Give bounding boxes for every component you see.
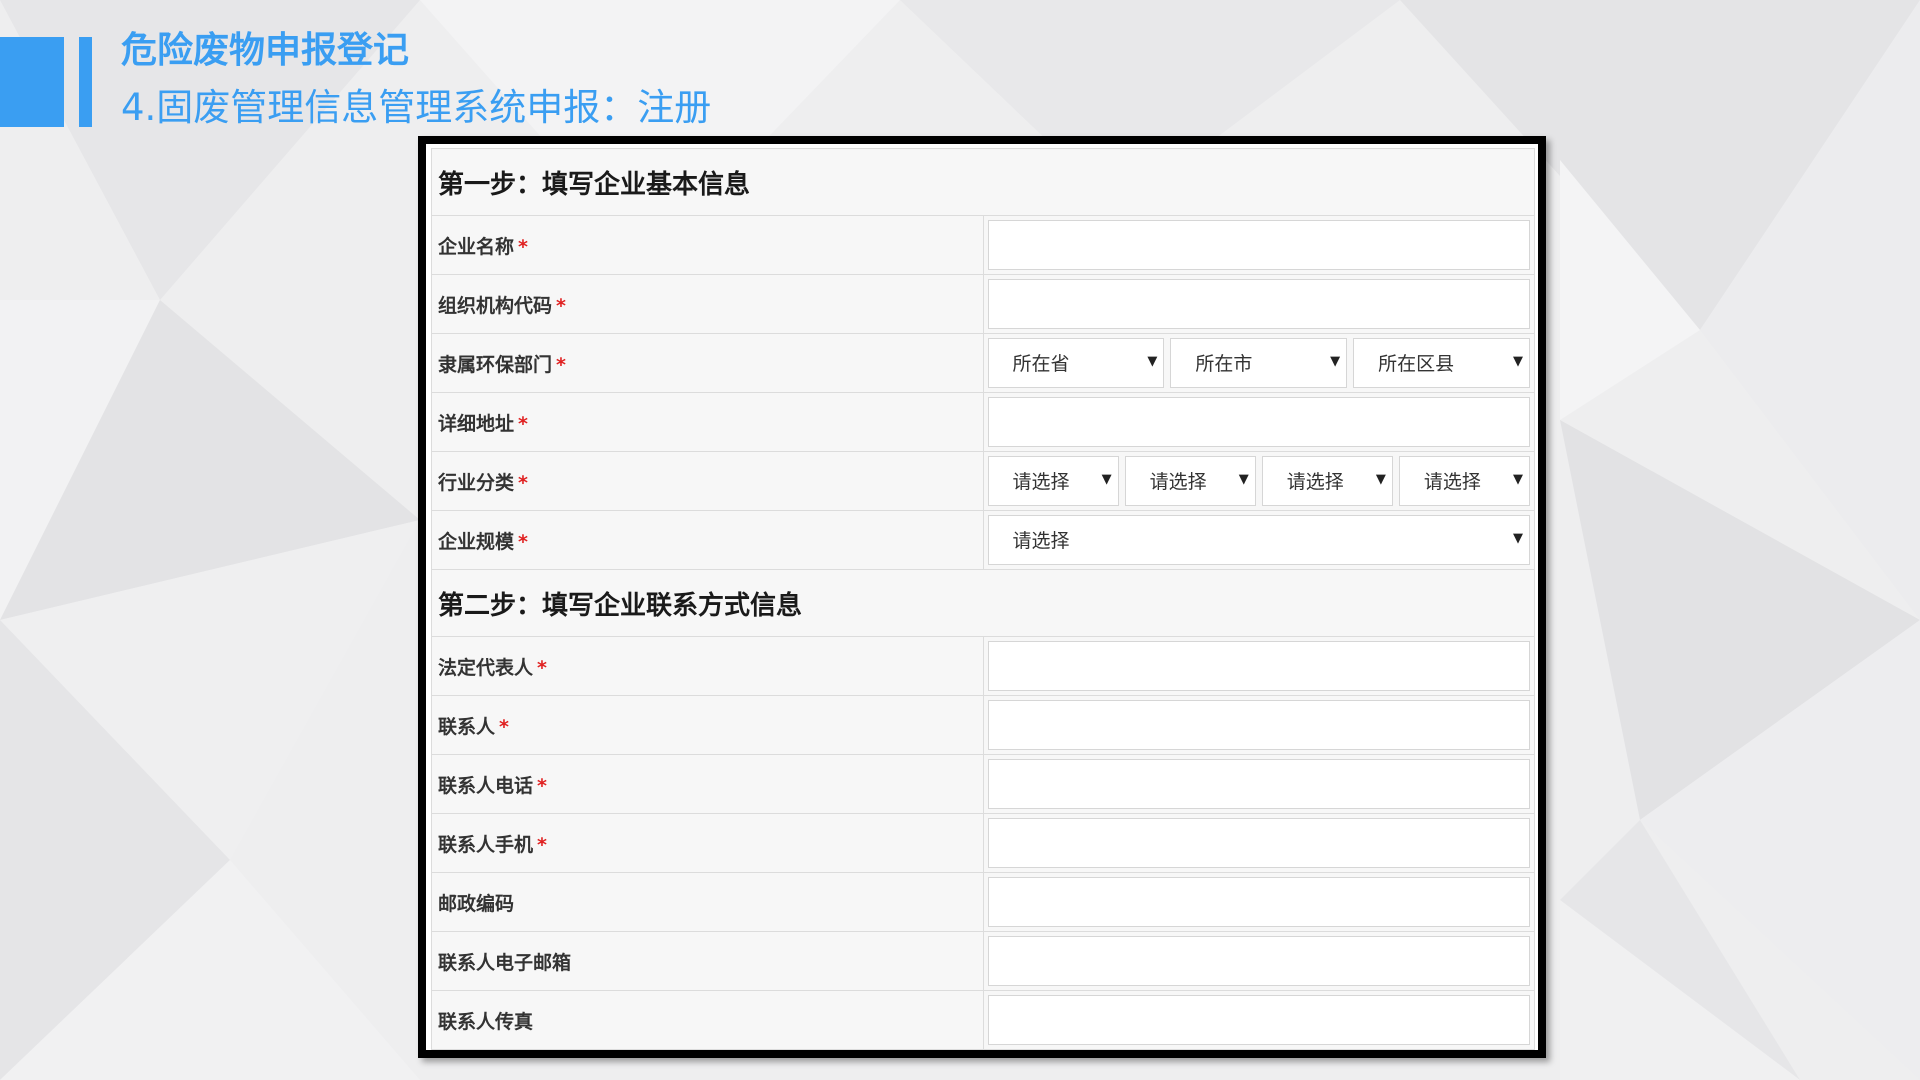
required-marker: * (537, 833, 547, 856)
org-code-label: 组织机构代码 * (431, 274, 984, 334)
industry-label: 行业分类 * (431, 451, 984, 511)
form-row-env-dept: 隶属环保部门 * 所在省 ▼ 所在市 ▼ 所在区县 ▼ (431, 333, 1535, 393)
scale-label: 企业规模 * (431, 510, 984, 570)
postal-code-label: 邮政编码 (431, 872, 984, 932)
title-accent-bar (79, 37, 92, 127)
registration-form: 第一步：填写企业基本信息 企业名称 * 组织机构代码 * 隶属环保部门 * 所在省 ▼ (426, 144, 1538, 1050)
contact-email-label: 联系人电子邮箱 (431, 931, 984, 991)
form-row-legal-rep: 法定代表人 * (431, 636, 1535, 696)
slide-title: 危险废物申报登记 (121, 30, 410, 71)
legal-rep-input[interactable] (987, 641, 1530, 691)
step1-section: 第一步：填写企业基本信息 (431, 148, 1535, 216)
form-row-contact-phone: 联系人电话 * (431, 754, 1535, 814)
required-marker: * (518, 235, 528, 258)
contact-fax-label: 联系人传真 (431, 990, 984, 1050)
form-row-address: 详细地址 * (431, 392, 1535, 452)
form-row-contact-mobile: 联系人手机 * (431, 813, 1535, 873)
company-name-cell (982, 215, 1535, 275)
industry-cell: 请选择 ▼ 请选择 ▼ 请选择 ▼ 请选择 ▼ (982, 451, 1535, 511)
step2-section: 第二步：填写企业联系方式信息 (431, 569, 1535, 637)
contact-mobile-input[interactable] (987, 818, 1530, 868)
required-marker: * (518, 412, 528, 435)
contact-cell (982, 695, 1535, 755)
scale-select[interactable]: 请选择 ▼ (987, 515, 1530, 565)
industry-select-1[interactable]: 请选择 ▼ (987, 456, 1119, 506)
env-dept-cell: 所在省 ▼ 所在市 ▼ 所在区县 ▼ (982, 333, 1535, 393)
industry-select-3[interactable]: 请选择 ▼ (1261, 456, 1393, 506)
company-name-input[interactable] (987, 220, 1530, 270)
form-row-company-name: 企业名称 * (431, 215, 1535, 275)
contact-mobile-cell (982, 813, 1535, 873)
contact-input[interactable] (987, 700, 1530, 750)
env-dept-label: 隶属环保部门 * (431, 333, 984, 393)
title-accent-block (0, 37, 64, 127)
address-cell (982, 392, 1535, 452)
chevron-down-icon: ▼ (1101, 472, 1112, 487)
chevron-down-icon: ▼ (1512, 354, 1523, 369)
form-row-org-code: 组织机构代码 * (431, 274, 1535, 334)
industry-select-4[interactable]: 请选择 ▼ (1398, 456, 1530, 506)
required-marker: * (556, 353, 566, 376)
chevron-down-icon: ▼ (1238, 472, 1249, 487)
legal-rep-cell (982, 636, 1535, 696)
chevron-down-icon: ▼ (1513, 531, 1523, 546)
step1-heading: 第一步：填写企业基本信息 (431, 148, 1535, 216)
form-row-postal-code: 邮政编码 (431, 872, 1535, 932)
step2-heading: 第二步：填写企业联系方式信息 (431, 569, 1535, 637)
scale-selects: 请选择 ▼ (987, 515, 1530, 565)
chevron-down-icon: ▼ (1147, 354, 1158, 369)
contact-email-cell (982, 931, 1535, 991)
contact-fax-input[interactable] (987, 995, 1530, 1045)
contact-phone-input[interactable] (987, 759, 1530, 809)
contact-label: 联系人 * (431, 695, 984, 755)
required-marker: * (518, 530, 528, 553)
org-code-input[interactable] (987, 279, 1530, 329)
company-name-label: 企业名称 * (431, 215, 984, 275)
required-marker: * (537, 656, 547, 679)
contact-mobile-label: 联系人手机 * (431, 813, 984, 873)
chevron-down-icon: ▼ (1513, 472, 1523, 487)
legal-rep-label: 法定代表人 * (431, 636, 984, 696)
required-marker: * (499, 715, 509, 738)
required-marker: * (537, 774, 547, 797)
form-row-industry: 行业分类 * 请选择 ▼ 请选择 ▼ 请选择 ▼ 请选择 ▼ (431, 451, 1535, 511)
org-code-cell (982, 274, 1535, 334)
chevron-down-icon: ▼ (1330, 354, 1341, 369)
contact-fax-cell (982, 990, 1535, 1050)
form-row-contact-email: 联系人电子邮箱 (431, 931, 1535, 991)
province-select[interactable]: 所在省 ▼ (987, 338, 1165, 388)
registration-form-table: 第一步：填写企业基本信息 企业名称 * 组织机构代码 * 隶属环保部门 * 所在省 ▼ (431, 148, 1535, 1050)
env-dept-selects: 所在省 ▼ 所在市 ▼ 所在区县 ▼ (987, 338, 1531, 388)
address-input[interactable] (987, 397, 1530, 447)
postal-code-input[interactable] (987, 877, 1530, 927)
scale-cell: 请选择 ▼ (982, 510, 1535, 570)
contact-phone-label: 联系人电话 * (431, 754, 984, 814)
form-row-contact: 联系人 * (431, 695, 1535, 755)
form-row-scale: 企业规模 * 请选择 ▼ (431, 510, 1535, 570)
contact-phone-cell (982, 754, 1535, 814)
postal-code-cell (982, 872, 1535, 932)
industry-selects: 请选择 ▼ 请选择 ▼ 请选择 ▼ 请选择 ▼ (987, 456, 1530, 506)
form-screenshot-frame: 第一步：填写企业基本信息 企业名称 * 组织机构代码 * 隶属环保部门 * 所在省 ▼ (418, 136, 1546, 1058)
required-marker: * (556, 294, 566, 317)
contact-email-input[interactable] (987, 936, 1530, 986)
city-select[interactable]: 所在市 ▼ (1170, 338, 1348, 388)
district-select[interactable]: 所在区县 ▼ (1353, 338, 1530, 388)
address-label: 详细地址 * (431, 392, 984, 452)
required-marker: * (518, 471, 528, 494)
industry-select-2[interactable]: 请选择 ▼ (1124, 456, 1256, 506)
chevron-down-icon: ▼ (1375, 472, 1386, 487)
form-row-contact-fax: 联系人传真 (431, 990, 1535, 1050)
slide-subtitle: 4.固废管理信息管理系统申报：注册 (121, 86, 712, 129)
